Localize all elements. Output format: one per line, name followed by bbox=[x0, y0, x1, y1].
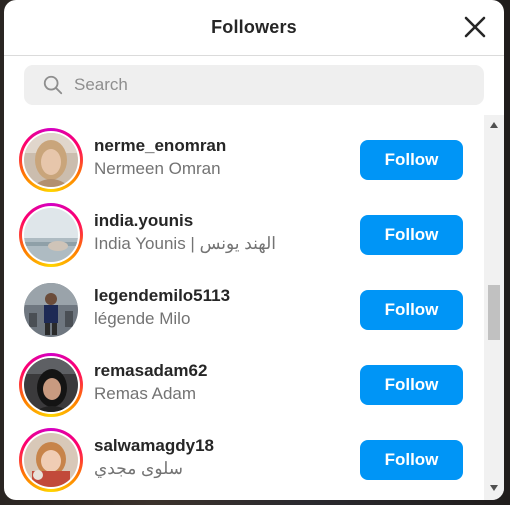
follow-button[interactable]: Follow bbox=[360, 289, 463, 330]
list-item: legendemilo5113 légende Milo Follow bbox=[4, 272, 484, 347]
search-box[interactable] bbox=[24, 65, 484, 105]
list-item: remasadam62 Remas Adam Follow bbox=[4, 347, 484, 422]
follow-button[interactable]: Follow bbox=[360, 139, 463, 180]
search-input[interactable] bbox=[74, 75, 454, 95]
avatar bbox=[24, 282, 78, 337]
dialog-header: Followers bbox=[4, 0, 504, 56]
list-item: india.younis India Younis | الهند يونس F… bbox=[4, 197, 484, 272]
close-icon bbox=[464, 16, 486, 38]
follow-button[interactable]: Follow bbox=[360, 439, 463, 480]
avatar bbox=[24, 207, 78, 262]
username[interactable]: india.younis bbox=[94, 210, 276, 232]
triangle-down-icon[interactable] bbox=[489, 483, 499, 493]
list-item: salwamagdy18 سلوى مجدي Follow bbox=[4, 422, 484, 497]
story-ring[interactable] bbox=[19, 127, 83, 192]
avatar-frame[interactable] bbox=[19, 278, 83, 342]
avatar bbox=[24, 132, 78, 187]
followers-list: nerme_enomran Nermeen Omran Follow india… bbox=[4, 110, 484, 500]
avatar bbox=[24, 357, 78, 412]
scrollbar-thumb[interactable] bbox=[488, 285, 500, 340]
username[interactable]: legendemilo5113 bbox=[94, 285, 230, 307]
username[interactable]: salwamagdy18 bbox=[94, 435, 214, 457]
scrollbar[interactable] bbox=[484, 115, 504, 500]
search-icon bbox=[43, 75, 63, 95]
story-ring[interactable] bbox=[19, 202, 83, 267]
dialog-title: Followers bbox=[211, 17, 297, 37]
follow-button[interactable]: Follow bbox=[360, 364, 463, 405]
story-ring[interactable] bbox=[19, 427, 83, 492]
avatar bbox=[24, 432, 78, 487]
full-name: سلوى مجدي bbox=[94, 459, 183, 478]
story-ring[interactable] bbox=[19, 352, 83, 417]
full-name: Remas Adam bbox=[94, 384, 197, 403]
full-name: India Younis | الهند يونس bbox=[94, 234, 276, 253]
full-name: légende Milo bbox=[94, 309, 191, 328]
list-item: nerme_enomran Nermeen Omran Follow bbox=[4, 122, 484, 197]
full-name: Nermeen Omran bbox=[94, 159, 221, 178]
username[interactable]: nerme_enomran bbox=[94, 135, 226, 157]
username[interactable]: remasadam62 bbox=[94, 360, 207, 382]
triangle-up-icon[interactable] bbox=[489, 120, 499, 130]
close-button[interactable] bbox=[460, 12, 490, 42]
followers-dialog: Followers Search nerme_enomran Nermeen O… bbox=[4, 0, 504, 500]
follow-button[interactable]: Follow bbox=[360, 214, 463, 255]
